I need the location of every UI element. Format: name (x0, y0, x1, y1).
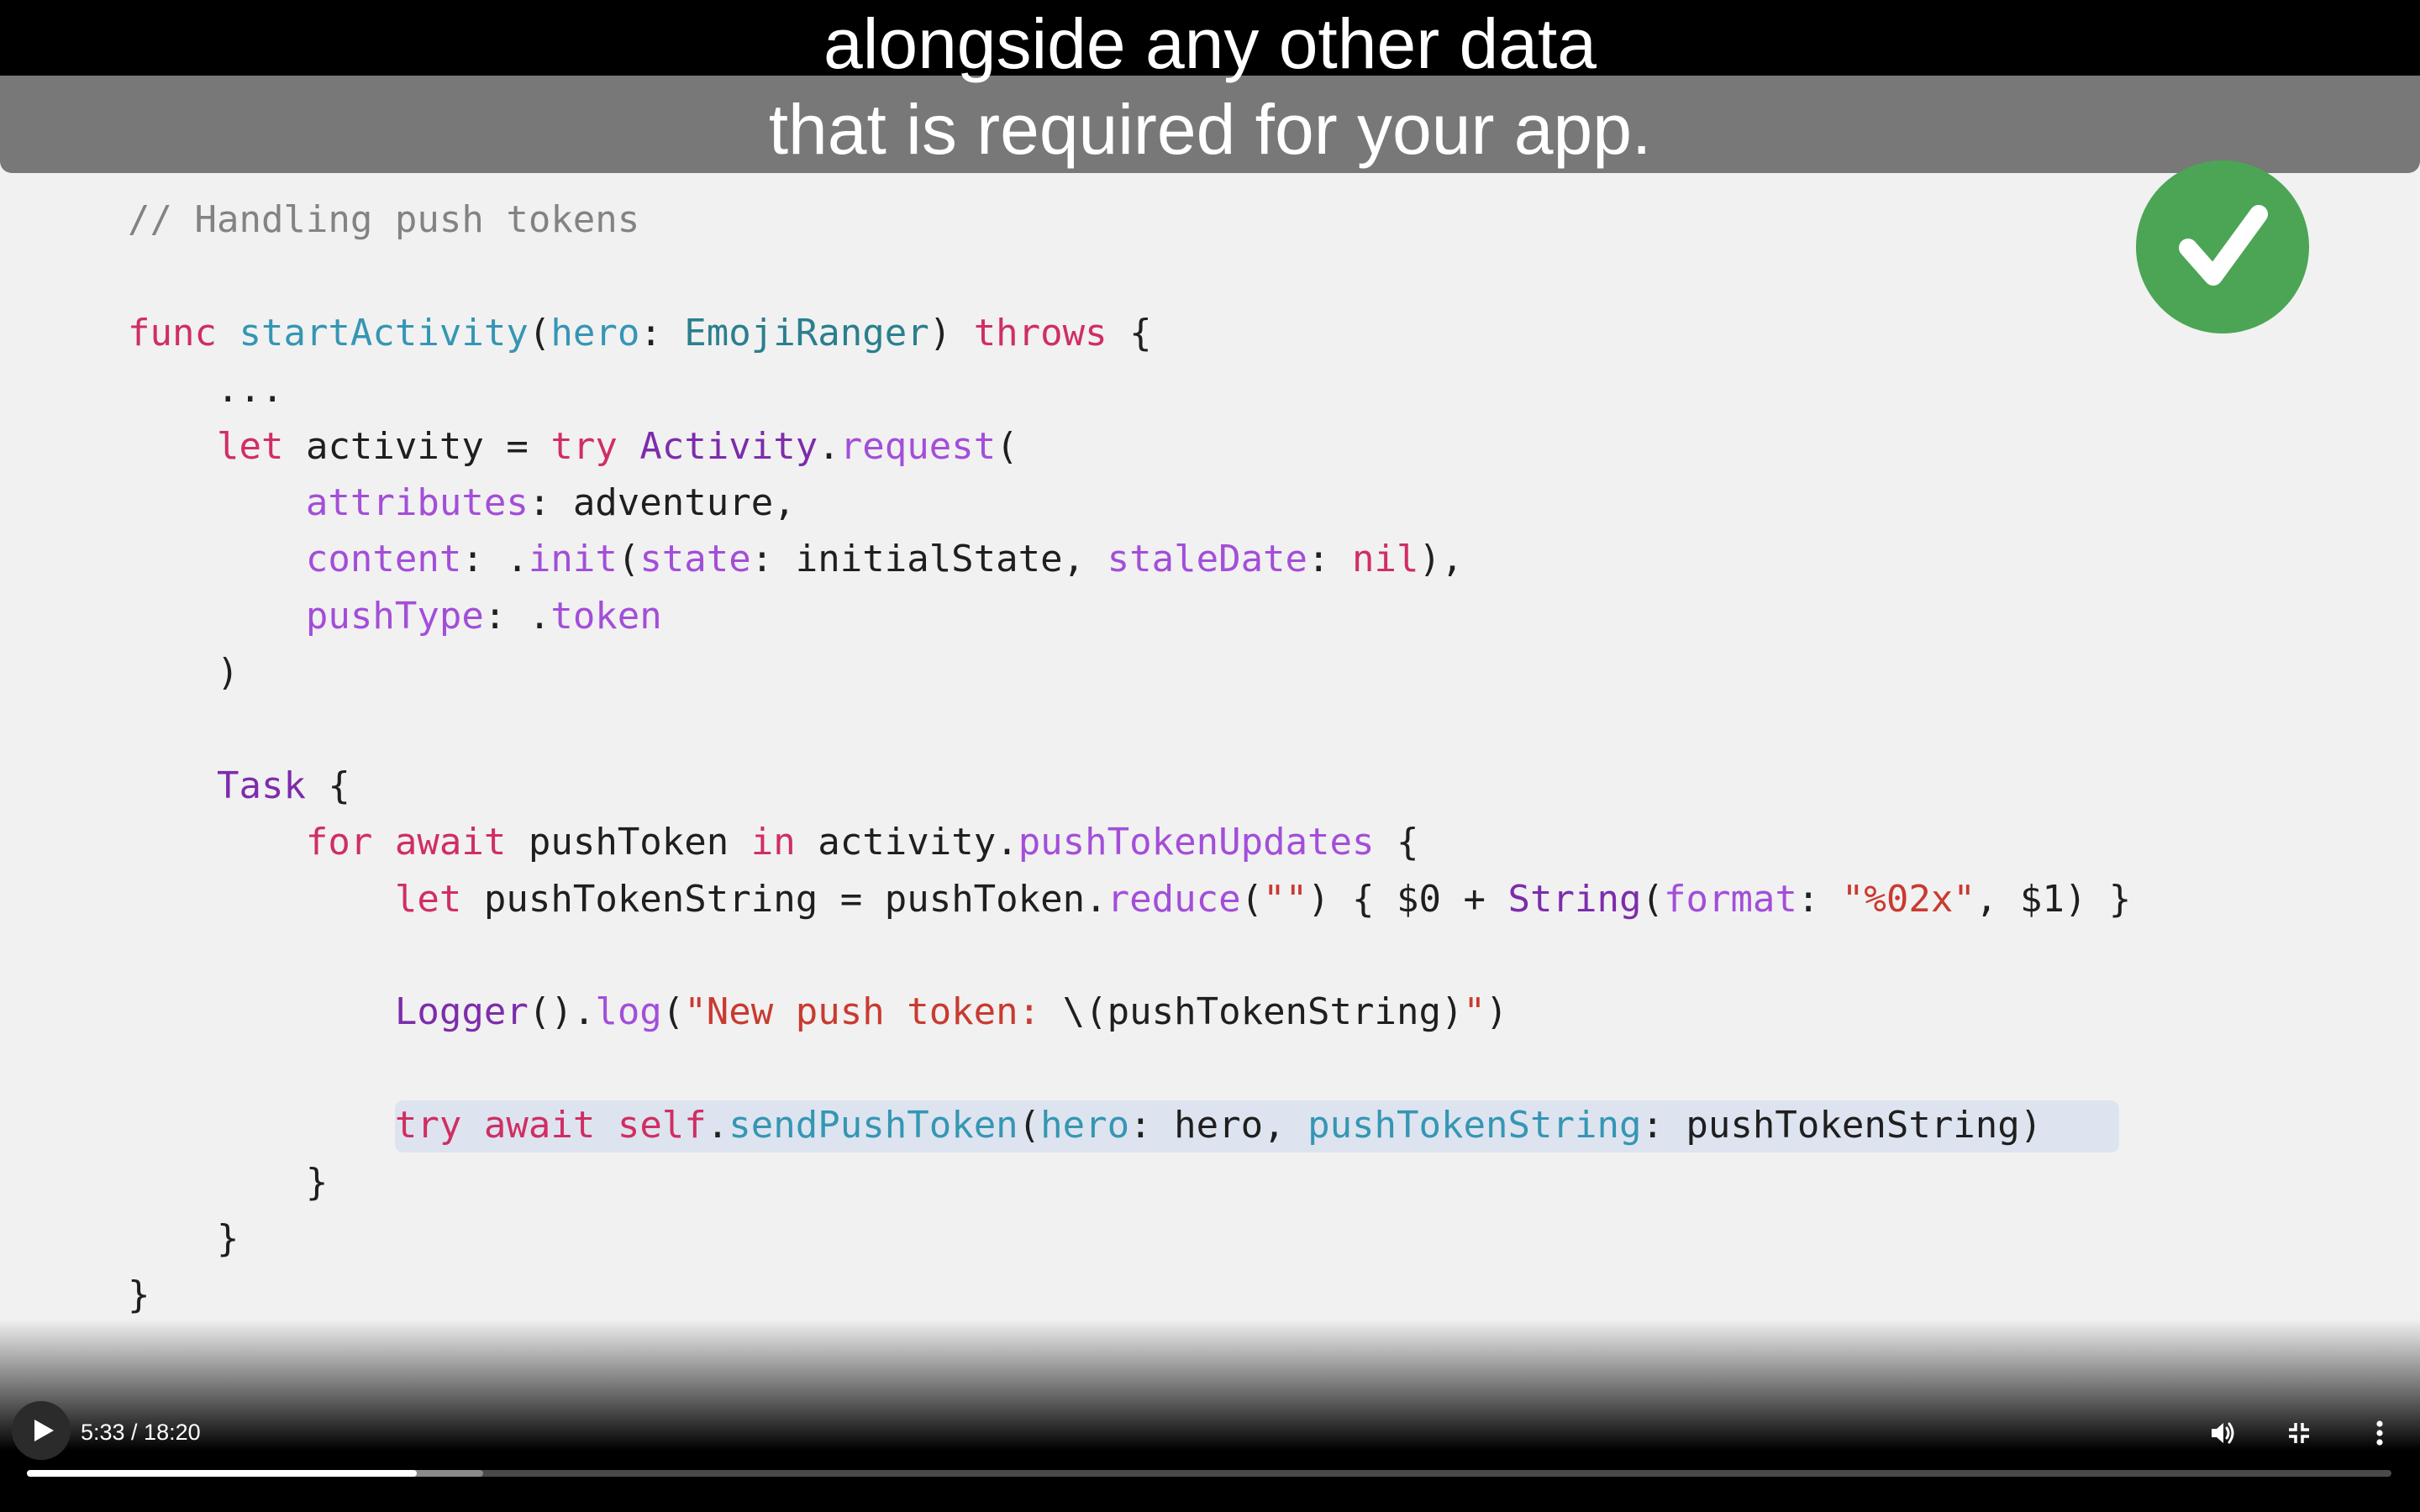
code-line: ... (216, 368, 284, 412)
checkmark-icon (2179, 205, 2268, 286)
code-line: pushType: .token (305, 594, 662, 638)
checkmark-badge (2136, 160, 2309, 333)
volume-button[interactable] (2200, 1410, 2247, 1457)
code-line: attributes: adventure, (305, 480, 796, 524)
code-block: // Handling push tokens func startActivit… (128, 192, 2131, 1324)
progress-played (27, 1470, 418, 1477)
code-line: Logger().log("New push token: \(pushToke… (394, 990, 1508, 1034)
code-comment: // Handling push tokens (128, 198, 640, 241)
code-line: } (128, 1273, 150, 1317)
more-options-button[interactable] (2356, 1410, 2403, 1457)
code-line-highlighted: try await self.sendPushToken(hero: hero,… (128, 1097, 2131, 1153)
code-line: ) (128, 651, 239, 695)
more-options-icon (2376, 1420, 2383, 1446)
player-controls-gradient (0, 1319, 2420, 1512)
exit-fullscreen-icon (2289, 1423, 2309, 1443)
code-line: func startActivity(hero: EmojiRanger) th… (128, 311, 1152, 354)
volume-icon (2212, 1422, 2234, 1444)
play-button[interactable] (12, 1401, 71, 1460)
code-line: Task { (216, 764, 350, 807)
exit-fullscreen-button[interactable] (2275, 1410, 2323, 1457)
progress-bar[interactable] (27, 1470, 2391, 1477)
code-line: } (128, 1160, 329, 1204)
code-line: let pushTokenString = pushToken.reduce("… (394, 877, 2132, 921)
play-icon (34, 1420, 54, 1441)
code-line: for await pushToken in activity.pushToke… (305, 821, 1419, 864)
caption-line-1: alongside any other data (823, 4, 1597, 83)
code-line: content: .init(state: initialState, stal… (305, 538, 1464, 581)
code-line: let activity = try Activity.request( (216, 424, 1018, 468)
code-line: } (128, 1217, 239, 1261)
caption-line-2: that is required for your app. (768, 90, 1652, 169)
time-display: 5:33 / 18:20 (81, 1420, 201, 1445)
code-line: // Handling push tokens (128, 192, 2131, 248)
